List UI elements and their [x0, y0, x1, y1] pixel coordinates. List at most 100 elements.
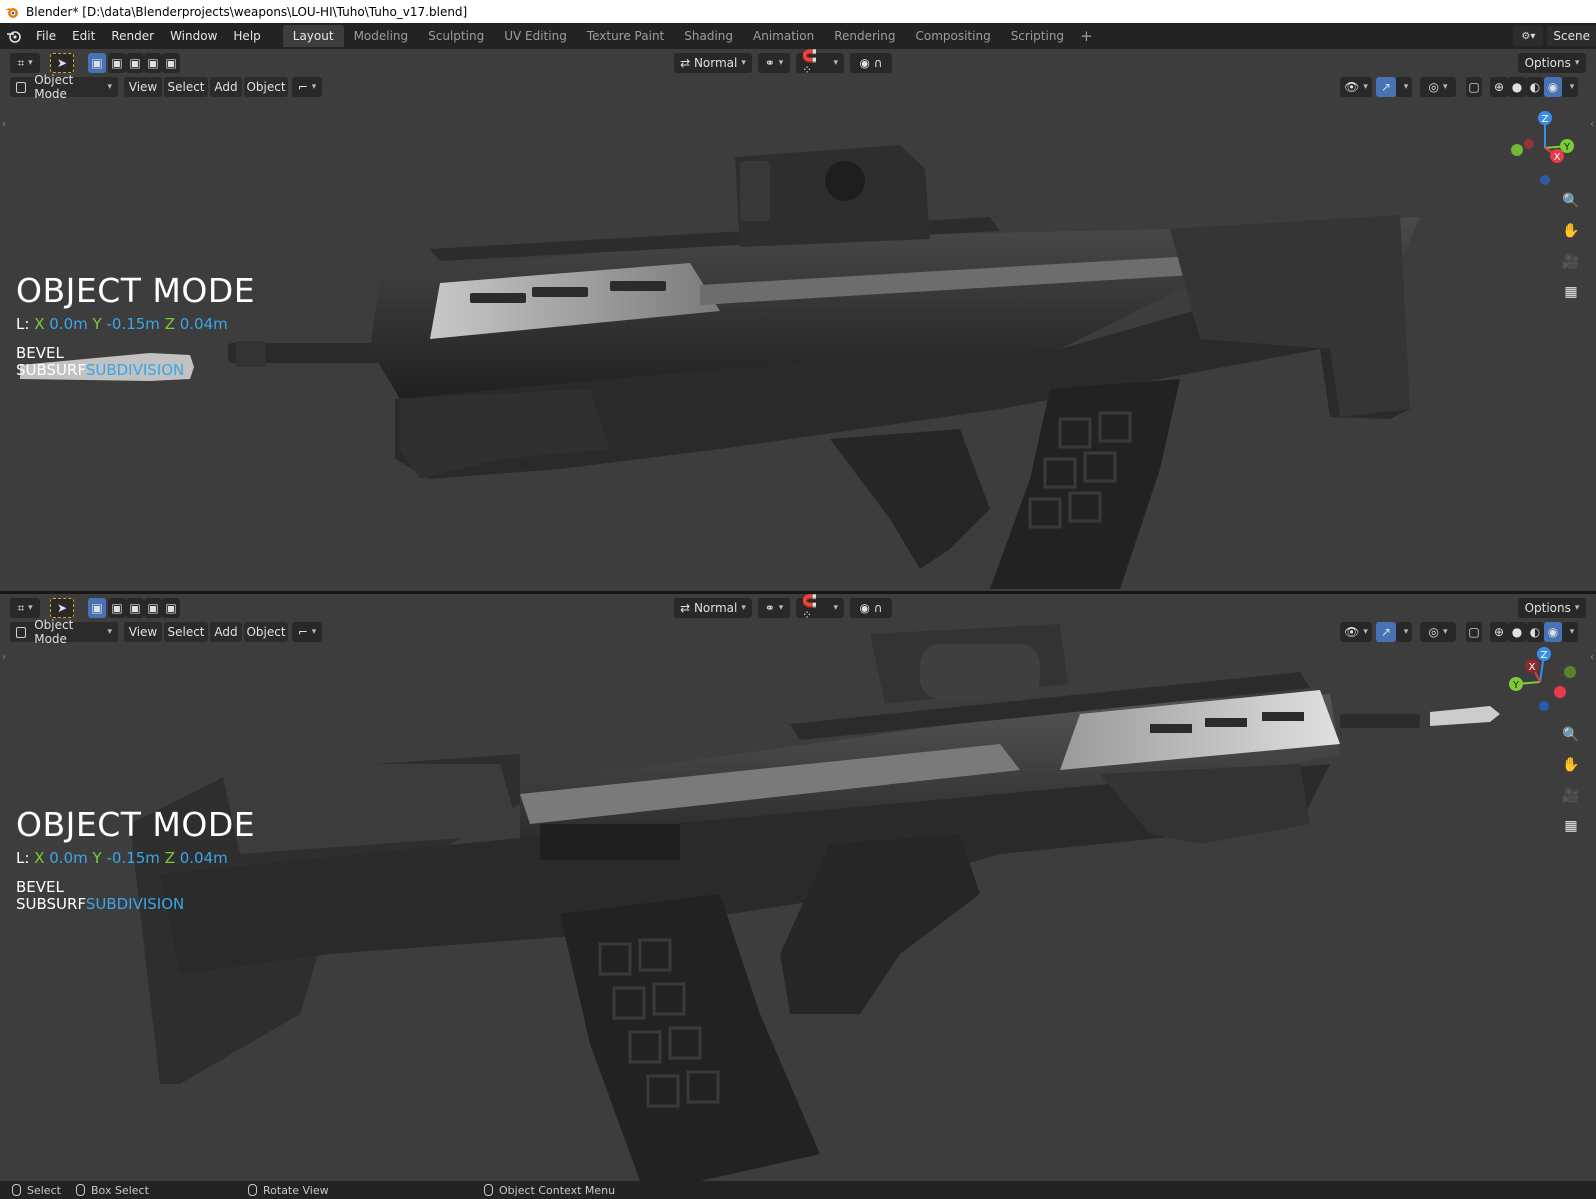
shading-dropdown-icon[interactable]: ▾ [1562, 622, 1578, 642]
menu-object[interactable]: Object [244, 622, 288, 642]
loc-label: L: [16, 315, 30, 333]
scene-icon[interactable]: ⚙▾ [1513, 26, 1544, 46]
zoom-icon[interactable]: 🔍 [1558, 188, 1584, 214]
pan-hand-icon[interactable]: ✋ [1558, 218, 1584, 244]
proportional-edit-icon[interactable]: ◉ ∩ [850, 598, 892, 618]
gizmo-toggle-icon[interactable]: ↗ [1376, 622, 1396, 642]
select-subtract-icon[interactable]: ▣ [126, 53, 144, 73]
navigation-gizmo[interactable]: Z Y X [1505, 106, 1585, 186]
menu-window[interactable]: Window [162, 23, 225, 49]
xray-icon[interactable]: ▢ [1466, 622, 1482, 642]
toolbar-expand-icon[interactable]: › [2, 119, 6, 130]
material-shading-icon[interactable]: ◐ [1526, 622, 1544, 642]
tab-scripting[interactable]: Scripting [1001, 25, 1074, 47]
visibility-icon[interactable]: 👁 ▾ [1340, 77, 1372, 97]
navigation-gizmo[interactable]: Z Y X [1500, 640, 1580, 720]
wireframe-shading-icon[interactable]: ⊕ [1490, 622, 1508, 642]
scene-name[interactable]: Scene [1547, 26, 1596, 46]
menu-add[interactable]: Add [210, 622, 242, 642]
select-invert-icon[interactable]: ▣ [144, 598, 162, 618]
select-subtract-icon[interactable]: ▣ [126, 598, 144, 618]
gizmo-dropdown-icon[interactable]: ▾ [1396, 622, 1412, 642]
rendered-shading-icon[interactable]: ◉ [1544, 622, 1562, 642]
toolbar-expand-icon[interactable]: › [2, 652, 6, 663]
tab-compositing[interactable]: Compositing [905, 25, 1000, 47]
sidebar-expand-icon[interactable]: ‹ [1590, 119, 1594, 130]
pivot-icon[interactable]: ⚭ ▾ [758, 53, 790, 73]
options-dropdown[interactable]: Options ▾ [1518, 53, 1586, 73]
snap-icon[interactable]: 🧲 ⁘ ▾ [796, 594, 844, 622]
gizmo-toggle-icon[interactable]: ↗ [1376, 77, 1396, 97]
menu-view[interactable]: View [124, 622, 162, 642]
transform-orientation-dropdown[interactable]: ⇄ Normal ▾ [674, 598, 752, 618]
options-dropdown[interactable]: Options ▾ [1518, 598, 1586, 618]
tab-shading[interactable]: Shading [674, 25, 743, 47]
menu-file[interactable]: File [28, 23, 64, 49]
transform-affect-icon[interactable]: ⌐ ▾ [292, 77, 322, 97]
menu-object[interactable]: Object [244, 77, 288, 97]
overlays-icon[interactable]: ◎ ▾ [1420, 622, 1456, 642]
sidebar-expand-icon[interactable]: ‹ [1590, 652, 1594, 663]
status-box-select: Box Select [76, 1184, 149, 1197]
solid-shading-icon[interactable]: ● [1508, 622, 1526, 642]
select-intersect-icon[interactable]: ▣ [162, 598, 180, 618]
mode-dropdown[interactable]: Object Mode ▾ [10, 618, 118, 646]
perspective-grid-icon[interactable]: ▦ [1558, 279, 1584, 305]
select-extend-icon[interactable]: ▣ [108, 53, 126, 73]
select-invert-icon[interactable]: ▣ [144, 53, 162, 73]
wireframe-shading-icon[interactable]: ⊕ [1490, 77, 1508, 97]
transform-affect-icon[interactable]: ⌐ ▾ [292, 622, 322, 642]
shading-dropdown-icon[interactable]: ▾ [1562, 77, 1578, 97]
tab-rendering[interactable]: Rendering [824, 25, 905, 47]
menu-select[interactable]: Select [164, 77, 208, 97]
pivot-icon[interactable]: ⚭ ▾ [758, 598, 790, 618]
status-bar: Select Box Select Rotate View Object Con… [0, 1181, 1596, 1199]
menu-view[interactable]: View [124, 77, 162, 97]
select-tool-icon[interactable]: ➤ [50, 598, 74, 618]
pan-hand-icon[interactable]: ✋ [1558, 752, 1584, 778]
tab-sculpting[interactable]: Sculpting [418, 25, 494, 47]
add-workspace-icon[interactable]: + [1074, 27, 1099, 45]
scene-selector[interactable]: ⚙▾ Scene [1513, 25, 1596, 47]
gizmo-dropdown-icon[interactable]: ▾ [1396, 77, 1412, 97]
rendered-shading-icon[interactable]: ◉ [1544, 77, 1562, 97]
menu-edit[interactable]: Edit [64, 23, 103, 49]
xray-icon[interactable]: ▢ [1466, 77, 1482, 97]
mode-dropdown[interactable]: Object Mode ▾ [10, 73, 118, 101]
select-new-icon[interactable]: ▣ [88, 598, 106, 618]
menu-select[interactable]: Select [164, 622, 208, 642]
tab-animation[interactable]: Animation [743, 25, 824, 47]
solid-shading-icon[interactable]: ● [1508, 77, 1526, 97]
menu-add[interactable]: Add [210, 77, 242, 97]
tab-modeling[interactable]: Modeling [344, 25, 419, 47]
select-new-icon[interactable]: ▣ [88, 53, 106, 73]
select-extend-icon[interactable]: ▣ [108, 598, 126, 618]
snap-icon[interactable]: 🧲 ⁘ ▾ [796, 49, 844, 77]
subsurf-label: SUBSURF [16, 361, 86, 379]
blender-menu-icon[interactable] [0, 23, 28, 49]
visibility-icon[interactable]: 👁 ▾ [1340, 622, 1372, 642]
viewport-bottom[interactable]: ⌗ ▾ ➤ ▣ ▣ ▣ ▣ ▣ ⇄ Normal ▾ ⚭ ▾ 🧲 ⁘ ▾ ◉ ∩ Opt… [0, 594, 1596, 1181]
transform-orientation-dropdown[interactable]: ⇄ Normal ▾ [674, 53, 752, 73]
tab-layout[interactable]: Layout [282, 25, 344, 47]
menu-help[interactable]: Help [225, 23, 268, 49]
select-intersect-icon[interactable]: ▣ [162, 53, 180, 73]
tab-texture-paint[interactable]: Texture Paint [577, 25, 674, 47]
status-context-label: Object Context Menu [499, 1183, 616, 1197]
menu-render[interactable]: Render [103, 23, 162, 49]
proportional-edit-icon[interactable]: ◉ ∩ [850, 53, 892, 73]
viewport-top[interactable]: ⌗ ▾ ➤ ▣ ▣ ▣ ▣ ▣ ⇄ Normal ▾ ⚭ ▾ 🧲 ⁘ ▾ ◉ ∩ Opt… [0, 49, 1596, 591]
zoom-icon[interactable]: 🔍 [1558, 722, 1584, 748]
camera-view-icon[interactable]: 🎥 [1558, 249, 1584, 275]
editor-type-icon[interactable]: ⌗ ▾ [10, 598, 40, 618]
z-label: Z [164, 849, 175, 867]
editor-type-icon[interactable]: ⌗ ▾ [10, 53, 40, 73]
material-shading-icon[interactable]: ◐ [1526, 77, 1544, 97]
tab-uv-editing[interactable]: UV Editing [494, 25, 577, 47]
camera-view-icon[interactable]: 🎥 [1558, 783, 1584, 809]
status-rotate: Rotate View [248, 1184, 329, 1197]
overlays-icon[interactable]: ◎ ▾ [1420, 77, 1456, 97]
gizmo-y-label: Y [1512, 680, 1520, 691]
select-tool-icon[interactable]: ➤ [50, 53, 74, 73]
perspective-grid-icon[interactable]: ▦ [1558, 813, 1584, 839]
